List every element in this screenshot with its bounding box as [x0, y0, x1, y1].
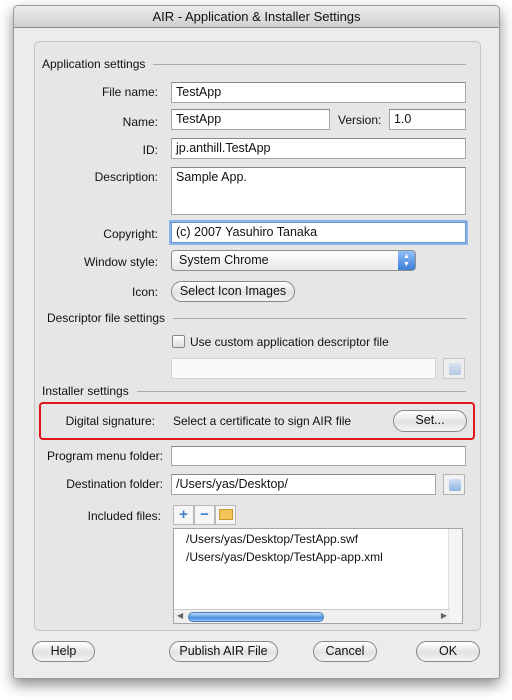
list-item[interactable]: /Users/yas/Desktop/TestApp.swf — [174, 530, 462, 548]
application-settings-header: Application settings — [42, 57, 466, 71]
divider — [173, 317, 466, 319]
remove-file-button[interactable]: − — [194, 505, 215, 525]
add-folder-icon — [218, 509, 233, 520]
section-title: Descriptor file settings — [47, 311, 166, 325]
window-style-label: Window style: — [83, 255, 158, 269]
scrollbar-thumb[interactable] — [188, 612, 324, 622]
description-textarea[interactable]: Sample App. — [171, 167, 466, 215]
description-label: Description: — [94, 170, 158, 184]
plus-icon: + — [179, 506, 188, 523]
add-file-button[interactable]: + — [173, 505, 194, 525]
vertical-scrollbar[interactable] — [448, 529, 462, 623]
select-icon-images-button[interactable]: Select Icon Images — [171, 281, 295, 302]
destination-folder-input[interactable]: /Users/yas/Desktop/ — [171, 474, 436, 495]
copyright-input[interactable]: (c) 2007 Yasuhiro Tanaka — [171, 222, 466, 243]
icon-label: Icon: — [131, 285, 158, 299]
browse-descriptor-button[interactable] — [443, 358, 465, 379]
minus-icon: − — [200, 506, 209, 523]
divider — [136, 390, 466, 392]
ok-button[interactable]: OK — [416, 641, 480, 662]
scroll-left-icon[interactable]: ◀ — [177, 611, 183, 620]
browse-destination-button[interactable] — [443, 474, 465, 495]
section-title: Application settings — [42, 57, 146, 71]
name-input[interactable]: TestApp — [171, 109, 330, 130]
window-style-select[interactable]: System Chrome ▲ ▼ — [171, 250, 416, 271]
help-button[interactable]: Help — [32, 641, 95, 662]
divider — [153, 63, 466, 65]
installer-settings-header: Installer settings — [42, 384, 466, 398]
program-menu-folder-label: Program menu folder: — [46, 449, 163, 463]
destination-folder-label: Destination folder: — [66, 477, 163, 491]
folder-icon — [449, 479, 461, 491]
folder-icon — [449, 363, 461, 375]
add-folder-button[interactable] — [215, 505, 236, 525]
digital-signature-status: Select a certificate to sign AIR file — [173, 414, 352, 428]
included-files-list[interactable]: /Users/yas/Desktop/TestApp.swf /Users/ya… — [173, 528, 463, 624]
window-title: AIR - Application & Installer Settings — [14, 6, 499, 28]
scroll-right-icon[interactable]: ▶ — [441, 611, 447, 620]
horizontal-scrollbar[interactable]: ◀ ▶ — [174, 609, 450, 623]
version-input[interactable]: 1.0 — [389, 109, 466, 130]
program-menu-folder-input[interactable] — [171, 446, 466, 466]
window-style-value: System Chrome — [179, 253, 269, 267]
file-name-label: File name: — [101, 85, 158, 99]
section-title: Installer settings — [42, 384, 129, 398]
digital-signature-label: Digital signature: — [65, 414, 155, 428]
custom-descriptor-checkbox[interactable] — [172, 335, 185, 348]
id-label: ID: — [142, 143, 158, 157]
id-input[interactable]: jp.anthill.TestApp — [171, 138, 466, 159]
file-name-input[interactable]: TestApp — [171, 82, 466, 103]
descriptor-path-input[interactable] — [171, 358, 436, 379]
copyright-label: Copyright: — [103, 227, 158, 241]
descriptor-settings-header: Descriptor file settings — [47, 311, 466, 325]
cancel-button[interactable]: Cancel — [313, 641, 377, 662]
name-label: Name: — [122, 115, 158, 129]
set-signature-button[interactable]: Set... — [393, 410, 467, 432]
popup-arrows-icon: ▲ ▼ — [398, 251, 415, 270]
version-label: Version: — [338, 113, 382, 127]
publish-air-file-button[interactable]: Publish AIR File — [169, 641, 278, 662]
list-item[interactable]: /Users/yas/Desktop/TestApp-app.xml — [174, 548, 462, 566]
included-files-label: Included files: — [87, 509, 161, 523]
custom-descriptor-label: Use custom application descriptor file — [190, 335, 389, 349]
